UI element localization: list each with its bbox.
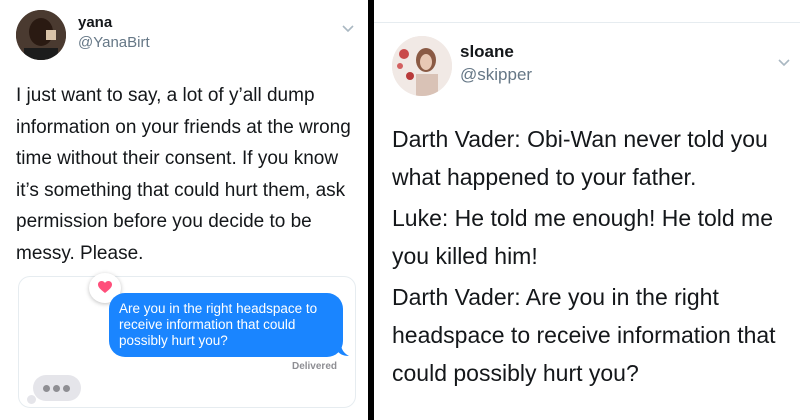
tweet-line: Darth Vader: Are you in the right headsp… [392,284,776,386]
tweet-text: I just want to say, a lot of y’all dump … [16,85,351,264]
tweet-line: Darth Vader: Obi-Wan never told you what… [392,126,768,190]
left-tweet: yana @YanaBirt I just want to say, a lot… [0,0,368,420]
tweet-text: Darth Vader: Obi-Wan never told you what… [392,120,792,395]
chevron-down-icon[interactable] [342,20,354,38]
avatar[interactable] [16,10,66,60]
message-bubble: Are you in the right headspace to receiv… [109,293,349,357]
right-tweet: sloane @skipper Darth Vader: Obi-Wan nev… [374,0,800,420]
avatar[interactable] [392,36,452,96]
heart-icon [98,281,112,299]
user-handle[interactable]: @skipper [460,65,532,85]
separator-line [374,22,800,23]
display-name[interactable]: yana [78,14,112,31]
display-name[interactable]: sloane [460,42,514,62]
typing-indicator [27,375,81,404]
bubble-tail [337,344,349,360]
message-screenshot-card[interactable]: Are you in the right headspace to receiv… [18,273,356,408]
chevron-down-icon[interactable] [778,54,790,72]
tweet-line: Luke: He told me enough! He told me you … [392,205,774,269]
delivered-status: Delivered [291,361,337,372]
user-handle[interactable]: @YanaBirt [78,34,150,51]
message-text: Are you in the right headspace to receiv… [119,301,318,348]
